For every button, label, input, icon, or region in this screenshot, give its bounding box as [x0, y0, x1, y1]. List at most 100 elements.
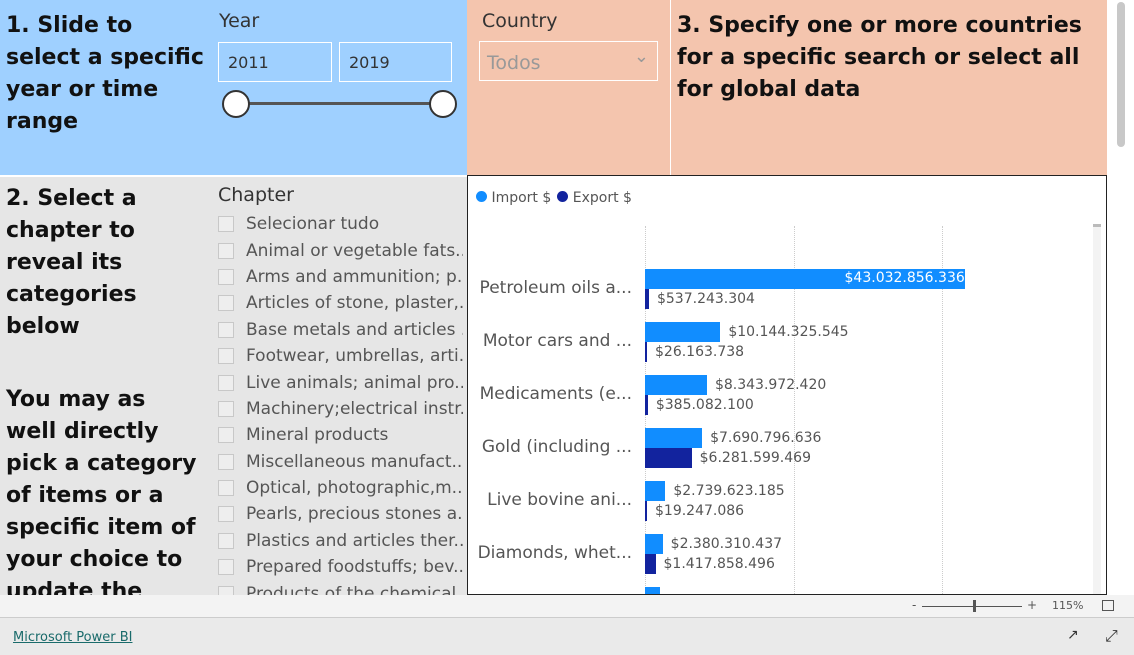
checkbox[interactable]: [218, 400, 234, 417]
legend-export[interactable]: Export $: [557, 190, 632, 206]
export-data-label: $19.247.086: [655, 503, 745, 519]
zoom-bar: - + 115%: [0, 595, 1134, 618]
page-scrollbar[interactable]: [1107, 0, 1134, 595]
chapter-item-label: Base metals and articles ...: [246, 319, 463, 340]
export-bar[interactable]: [645, 342, 647, 362]
chapter-item[interactable]: Pearls, precious stones a...: [218, 501, 463, 527]
chapter-item[interactable]: Mineral products: [218, 422, 463, 448]
export-bar[interactable]: [645, 501, 647, 521]
chart-scrollbar[interactable]: [1093, 224, 1101, 594]
zoom-out-button[interactable]: -: [912, 598, 916, 612]
checkbox[interactable]: [218, 480, 234, 497]
chapter-item[interactable]: Live animals; animal pro...: [218, 369, 463, 395]
import-bar[interactable]: [645, 587, 660, 594]
instruction-3: 3. Specify one or more countries for a s…: [677, 13, 1082, 102]
legend: Import $ Export $: [476, 190, 632, 206]
export-data-label: $537.243.304: [656, 291, 755, 307]
instruction-2b: You may as well directly pick a category…: [6, 387, 197, 595]
checkbox[interactable]: [218, 427, 234, 444]
category-label: Motor cars and ...: [482, 331, 632, 351]
checkbox[interactable]: [218, 453, 234, 470]
chapter-item[interactable]: Articles of stone, plaster,...: [218, 290, 463, 316]
year-label: Year: [219, 10, 260, 32]
chapter-item[interactable]: Prepared foodstuffs; bev...: [218, 554, 463, 580]
checkbox[interactable]: [218, 506, 234, 523]
category-label: Petroleum oils a...: [479, 278, 632, 298]
checkbox[interactable]: [218, 216, 234, 233]
import-data-label: $8.343.972.420: [714, 377, 827, 393]
chapter-label: Chapter: [218, 184, 294, 206]
country-panel: Country Todos ⌄: [467, 0, 670, 175]
export-bar[interactable]: [645, 448, 692, 468]
category-label: Gold (including ...: [481, 437, 632, 457]
export-bar[interactable]: [645, 289, 649, 309]
export-bar[interactable]: [645, 554, 656, 574]
chapter-list: Selecionar tudo Animal or vegetable fats.…: [218, 211, 463, 595]
year-slider-track[interactable]: [236, 102, 443, 105]
country-dropdown[interactable]: Todos ⌄: [479, 41, 658, 81]
chapter-item-label: Mineral products: [246, 425, 389, 446]
import-data-label: $2.380.310.437: [670, 536, 783, 552]
import-bar[interactable]: [645, 428, 703, 448]
chapter-item-label: Articles of stone, plaster,...: [246, 293, 463, 314]
year-to-input[interactable]: 2019: [339, 42, 452, 82]
checkbox[interactable]: [218, 321, 234, 338]
power-bi-link[interactable]: Microsoft Power BI: [13, 630, 132, 645]
year-slider-start-handle[interactable]: [222, 90, 250, 118]
country-instruction-panel: 3. Specify one or more countries for a s…: [671, 0, 1107, 175]
zoom-in-button[interactable]: +: [1027, 598, 1037, 612]
checkbox[interactable]: [218, 348, 234, 365]
year-slider-end-handle[interactable]: [429, 90, 457, 118]
share-icon[interactable]: ↗: [1067, 627, 1079, 643]
chevron-down-icon: ⌄: [633, 46, 649, 67]
checkbox[interactable]: [218, 268, 234, 285]
chapter-item-label: Footwear, umbrellas, arti...: [246, 346, 463, 367]
import-data-label: $7.690.796.636: [710, 430, 822, 446]
checkbox[interactable]: [218, 559, 234, 576]
import-bar[interactable]: [645, 481, 666, 501]
chapter-item[interactable]: Arms and ammunition; p...: [218, 264, 463, 290]
chapter-panel: 2. Select a chapter to reveal its catego…: [0, 177, 467, 595]
zoom-level: 115%: [1052, 599, 1084, 612]
chapter-item[interactable]: Animal or vegetable fats...: [218, 237, 463, 263]
import-data-label: $10.144.325.545: [728, 324, 849, 340]
export-data-label: $385.082.100: [655, 397, 754, 413]
import-bar[interactable]: [645, 322, 721, 342]
checkbox[interactable]: [218, 532, 234, 549]
chapter-item-label: Pearls, precious stones a...: [246, 504, 463, 525]
year-panel: 1. Slide to select a specific year or ti…: [0, 0, 467, 175]
chapter-item-label: Animal or vegetable fats...: [246, 240, 463, 261]
zoom-slider[interactable]: [922, 606, 1022, 607]
category-label: Medicaments (e...: [479, 384, 632, 404]
chapter-item-label: Machinery;electrical instr...: [246, 398, 463, 419]
chapter-item[interactable]: Footwear, umbrellas, arti...: [218, 343, 463, 369]
category-label: Diamonds, whet...: [477, 543, 632, 563]
instruction-1: 1. Slide to select a specific year or ti…: [6, 13, 204, 134]
chapter-item[interactable]: Selecionar tudo: [218, 211, 463, 237]
fullscreen-icon[interactable]: ⤢: [1105, 626, 1118, 646]
chapter-item-label: Prepared foodstuffs; bev...: [246, 557, 463, 578]
chapter-item[interactable]: Miscellaneous manufact...: [218, 449, 463, 475]
checkbox[interactable]: [218, 374, 234, 391]
checkbox[interactable]: [218, 242, 234, 259]
chapter-item[interactable]: Products of the chemical...: [218, 580, 463, 595]
legend-import[interactable]: Import $: [476, 190, 551, 206]
export-bar[interactable]: [645, 395, 648, 415]
fit-to-page-icon[interactable]: [1102, 600, 1114, 611]
chapter-item[interactable]: Optical, photographic,m...: [218, 475, 463, 501]
import-bar[interactable]: [645, 534, 663, 554]
import-bar[interactable]: [645, 375, 707, 395]
chapter-item[interactable]: Machinery;electrical instr...: [218, 396, 463, 422]
chapter-item[interactable]: Plastics and articles ther...: [218, 528, 463, 554]
chapter-item[interactable]: Base metals and articles ...: [218, 317, 463, 343]
checkbox[interactable]: [218, 295, 234, 312]
zoom-slider-handle[interactable]: [973, 600, 976, 612]
checkbox[interactable]: [218, 585, 234, 595]
chapter-item-label: Selecionar tudo: [246, 214, 380, 235]
chapter-item-label: Miscellaneous manufact...: [246, 451, 463, 472]
country-label: Country: [482, 10, 558, 32]
year-from-input[interactable]: 2011: [218, 42, 332, 82]
legend-export-label: Export $: [572, 190, 632, 206]
import-export-bar-chart: Import $ Export $ Petroleum oils a... $43…: [467, 175, 1107, 595]
category-label: Live bovine ani...: [487, 490, 632, 510]
